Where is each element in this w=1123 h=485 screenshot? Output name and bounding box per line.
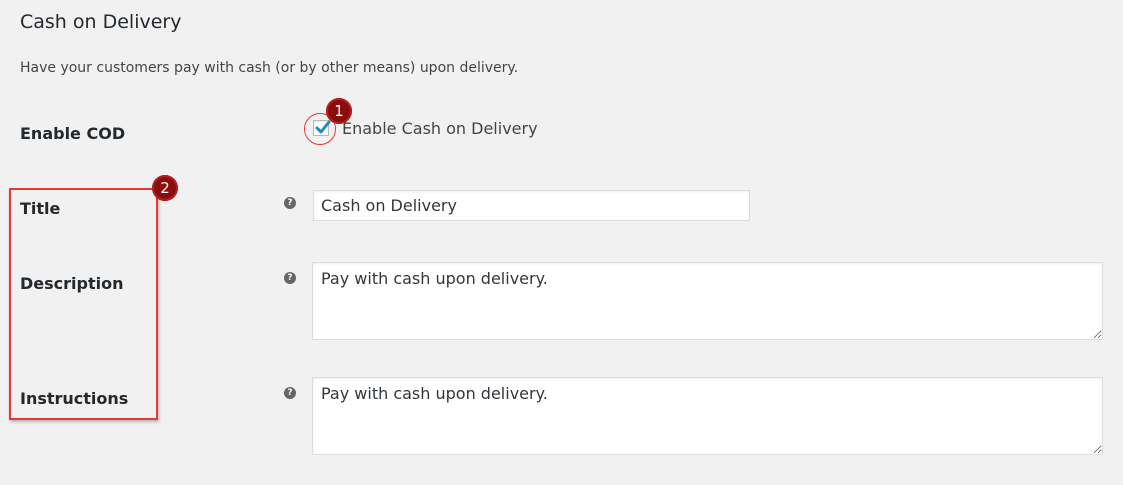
page-title: Cash on Delivery [20,11,182,33]
annotation-badge-1: 1 [326,98,352,124]
annotation-highlight-box [9,188,158,420]
title-input[interactable] [313,190,750,221]
description-textarea[interactable]: Pay with cash upon delivery. [312,262,1103,340]
page-description: Have your customers pay with cash (or by… [20,60,519,76]
instructions-textarea[interactable]: Pay with cash upon delivery. [312,377,1103,455]
annotation-badge-2: 2 [152,175,178,201]
help-icon[interactable]: ? [284,272,296,284]
enable-cod-checkbox-label[interactable]: Enable Cash on Delivery [342,119,538,139]
enable-cod-label: Enable COD [20,124,126,143]
help-icon[interactable]: ? [284,387,296,399]
help-icon[interactable]: ? [284,197,296,209]
